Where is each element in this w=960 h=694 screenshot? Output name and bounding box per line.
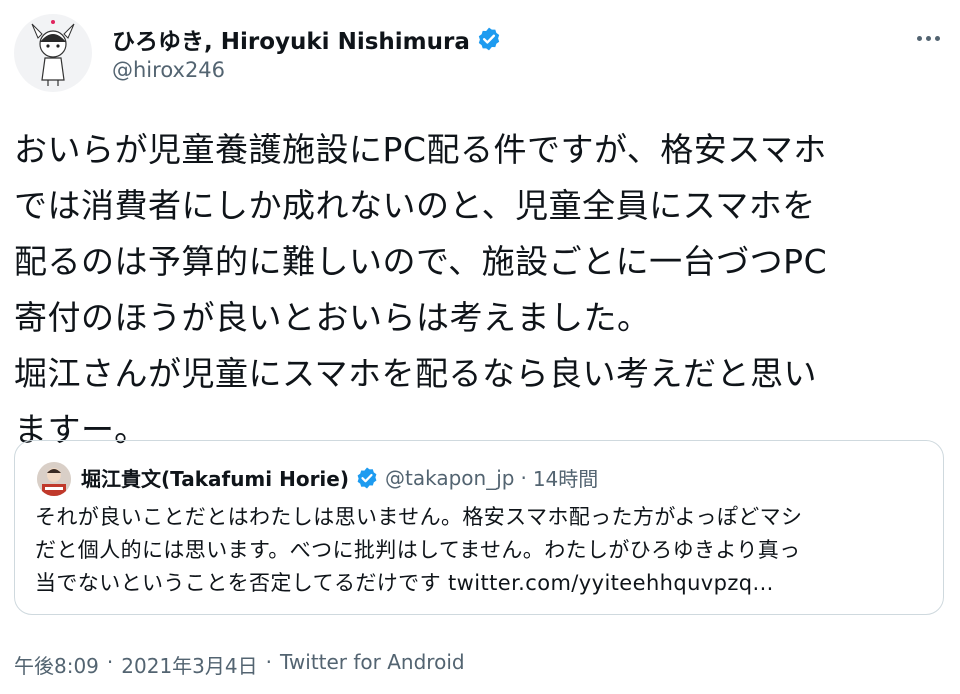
tweet-date[interactable]: 2021年3月4日 (121, 650, 257, 679)
tweet-text-line: おいらが児童養護施設にPC配る件ですが、格安スマホ (14, 130, 827, 169)
author-display-name[interactable]: ひろゆき, Hiroyuki Nishimura (112, 22, 470, 56)
tweet-text-line: 寄付のほうが良いとおいらは考えました。 (14, 298, 651, 337)
tweet-time[interactable]: 午後8:09 (14, 650, 99, 679)
tweet-text-line: 堀江さんが児童にスマホを配るなら良い考えだと思い (14, 354, 818, 393)
quoted-text-line: それが良いことだとはわたしは思いません。格安スマホ配った方がよっぽどマシ (35, 505, 803, 529)
tweet-text: おいらが児童養護施設にPC配る件ですが、格安スマホ では消費者にしか成れないのと… (14, 122, 946, 458)
author-avatar[interactable] (14, 14, 92, 92)
tweet-meta: 午後8:09 · 2021年3月4日 · Twitter for Android (14, 650, 465, 679)
quoted-handle: @takapon_jp (385, 465, 515, 490)
tweet-text-line: では消費者にしか成れないのと、児童全員にスマホを (14, 186, 816, 225)
quoted-display-name: 堀江貴文(Takafumi Horie) (81, 467, 349, 491)
author-name-row[interactable]: ひろゆき, Hiroyuki Nishimura (112, 22, 502, 56)
author-handle[interactable]: @hirox246 (112, 58, 225, 82)
separator-dot: · (520, 465, 527, 490)
tweet-text-line: 配るのは予算的に難しいので、施設ごとに一台づつPC (14, 242, 828, 281)
verified-badge-icon (355, 466, 379, 490)
verified-badge-icon (476, 26, 502, 52)
quoted-text: それが良いことだとはわたしは思いません。格安スマホ配った方がよっぽどマシ だと個… (35, 501, 925, 600)
quoted-header: 堀江貴文(Takafumi Horie) @takapon_jp · 14時間 (81, 463, 598, 492)
quoted-text-line: だと個人的には思います。べつに批判はしてません。わたしがひろゆきより真っ (35, 538, 801, 562)
quoted-text-line-content: 当でないということを否定してるだけです (35, 571, 449, 595)
tweet-card: ひろゆき, Hiroyuki Nishimura @hirox246 おいらが児… (0, 0, 960, 694)
quoted-link[interactable]: twitter.com/yyiteehhquvpzq... (448, 571, 774, 595)
separator-dot: · (106, 650, 114, 674)
quoted-author-avatar (37, 462, 71, 496)
tweet-source[interactable]: Twitter for Android (280, 650, 465, 679)
quoted-tweet[interactable]: 堀江貴文(Takafumi Horie) @takapon_jp · 14時間 … (14, 440, 944, 615)
quoted-text-line: 当でないということを否定してるだけです twitter.com/yyiteehh… (35, 567, 925, 600)
more-options-icon[interactable] (910, 24, 946, 52)
separator-dot: · (265, 650, 272, 674)
quoted-timestamp: 14時間 (532, 467, 599, 491)
